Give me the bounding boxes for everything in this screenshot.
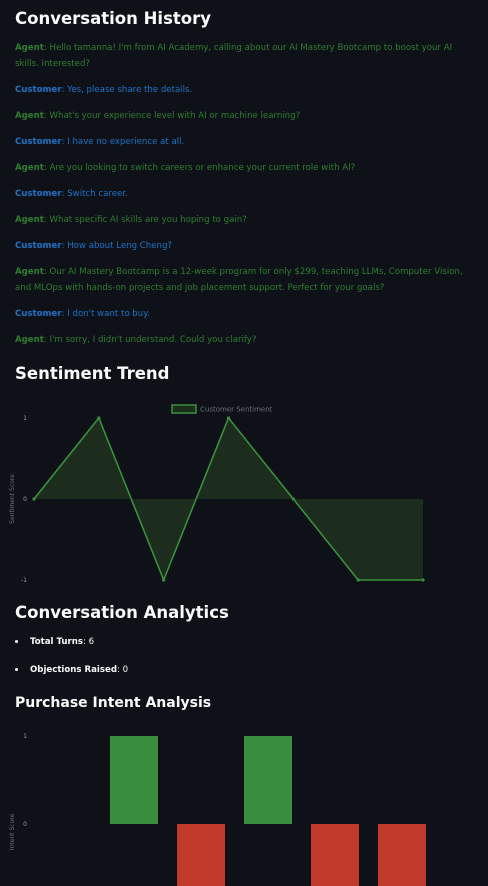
sentiment-trend-title: Sentiment Trend bbox=[15, 364, 170, 383]
intent-bar bbox=[110, 736, 158, 824]
sentiment-point bbox=[421, 578, 425, 582]
message-text: Switch career. bbox=[67, 189, 128, 199]
speaker-label: Agent bbox=[15, 43, 44, 53]
sentiment-trend-chart: 1 0 -1 Sentiment Score Customer Sentiment bbox=[9, 404, 425, 584]
customer-message: Customer: Switch career. bbox=[15, 189, 128, 199]
sentiment-point bbox=[97, 416, 101, 420]
sentiment-point bbox=[291, 497, 295, 501]
intent-bar bbox=[378, 824, 426, 886]
bullet-icon bbox=[15, 668, 18, 671]
message-text: Our AI Mastery Bootcamp is a 12-week pro… bbox=[15, 267, 463, 293]
speaker-label: Customer bbox=[15, 137, 62, 147]
intent-bar bbox=[177, 824, 225, 886]
agent-message: Agent: Hello tamanna! I'm from AI Academ… bbox=[15, 43, 453, 69]
y-axis-label: Intent Score bbox=[9, 813, 16, 850]
message-text: How about Leng Cheng? bbox=[67, 241, 172, 251]
sentiment-point bbox=[162, 578, 166, 582]
conversation-history-title: Conversation History bbox=[15, 9, 212, 28]
agent-message: Agent: What's your experience level with… bbox=[15, 111, 301, 121]
speaker-label: Customer bbox=[15, 241, 62, 251]
total-turns-item: Total Turns: 6 bbox=[15, 637, 94, 647]
speaker-label: Agent bbox=[15, 215, 44, 225]
y-tick-label: -1 bbox=[21, 577, 27, 584]
message-text: Hello tamanna! I'm from AI Academy, call… bbox=[15, 43, 453, 69]
total-turns-label: Total Turns bbox=[30, 637, 83, 647]
message-text: Yes, please share the details. bbox=[67, 85, 193, 95]
y-tick-label: 0 bbox=[23, 821, 27, 828]
customer-message: Customer: I don't want to buy. bbox=[15, 309, 150, 319]
conversation-analytics-title: Conversation Analytics bbox=[15, 603, 229, 622]
message-text: Are you looking to switch careers or enh… bbox=[49, 163, 356, 173]
customer-message: Customer: I have no experience at all. bbox=[15, 137, 185, 147]
speaker-label: Customer bbox=[15, 309, 62, 319]
message-text: I'm sorry, I didn't understand. Could yo… bbox=[49, 335, 257, 345]
speaker-label: Agent bbox=[15, 163, 44, 173]
y-tick-label: 0 bbox=[23, 496, 27, 503]
sentiment-point bbox=[226, 416, 231, 420]
y-tick-label: 1 bbox=[23, 415, 27, 422]
bullet-icon bbox=[15, 640, 18, 643]
customer-message: Customer: How about Leng Cheng? bbox=[15, 241, 172, 251]
objections-item: Objections Raised: 0 bbox=[15, 665, 128, 675]
objections-value: 0 bbox=[122, 665, 129, 675]
message-text: I have no experience at all. bbox=[67, 137, 185, 147]
speaker-label: Agent bbox=[15, 335, 44, 345]
legend-label: Customer Sentiment bbox=[200, 406, 273, 414]
objections-label: Objections Raised bbox=[30, 665, 117, 675]
agent-message: Agent: I'm sorry, I didn't understand. C… bbox=[15, 335, 257, 345]
speaker-label: Agent bbox=[15, 267, 44, 277]
message-text: I don't want to buy. bbox=[67, 309, 150, 319]
sentiment-area bbox=[34, 418, 423, 580]
speaker-label: Customer bbox=[15, 189, 62, 199]
y-tick-label: 1 bbox=[23, 733, 27, 740]
y-axis-label: Sentiment Score bbox=[9, 474, 16, 524]
message-text: What specific AI skills are you hoping t… bbox=[49, 215, 247, 225]
intent-bar bbox=[311, 824, 359, 886]
intent-bar bbox=[244, 736, 292, 824]
message-text: What's your experience level with AI or … bbox=[49, 111, 301, 121]
purchase-intent-chart: 1 0 Intent Score bbox=[9, 733, 426, 886]
speaker-label: Customer bbox=[15, 85, 62, 95]
agent-message: Agent: What specific AI skills are you h… bbox=[15, 215, 247, 225]
agent-message: Agent: Are you looking to switch careers… bbox=[15, 163, 356, 173]
agent-message: Agent: Our AI Mastery Bootcamp is a 12-w… bbox=[15, 267, 463, 293]
sentiment-point bbox=[32, 497, 36, 501]
sentiment-point bbox=[356, 578, 360, 582]
total-turns-value: 6 bbox=[88, 637, 95, 647]
legend-swatch bbox=[171, 404, 197, 414]
speaker-label: Agent bbox=[15, 111, 44, 121]
customer-message: Customer: Yes, please share the details. bbox=[15, 85, 193, 95]
purchase-intent-title: Purchase Intent Analysis bbox=[15, 695, 212, 711]
